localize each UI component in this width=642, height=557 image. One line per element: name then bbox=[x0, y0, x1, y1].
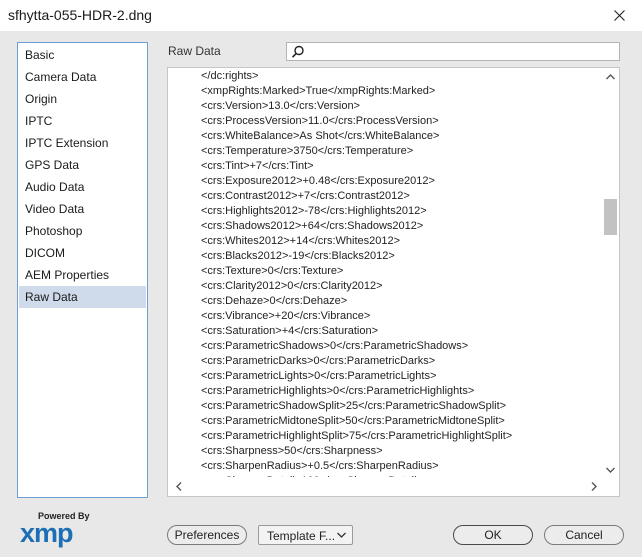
raw-data-line: <crs:Shadows2012>+64</crs:Shadows2012> bbox=[201, 220, 424, 232]
section-title: Raw Data bbox=[168, 44, 221, 58]
raw-data-line: <crs:SharpenRadius>+0.5</crs:SharpenRadi… bbox=[201, 460, 439, 472]
raw-data-line: <crs:Clarity2012>0</crs:Clarity2012> bbox=[201, 280, 383, 292]
category-list: Basic Camera Data Origin IPTC IPTC Extension… bbox=[17, 42, 148, 498]
raw-data-line: <crs:SharpenDetail>100</crs:SharpenDetai… bbox=[201, 474, 600, 477]
cancel-button[interactable]: Cancel bbox=[544, 525, 624, 545]
raw-data-line: <crs:ParametricShadowSplit>25</crs:Param… bbox=[201, 400, 507, 412]
raw-data-line: </dc:rights> bbox=[201, 70, 259, 82]
raw-data-line: <crs:ParametricShadows>0</crs:Parametric… bbox=[201, 340, 469, 352]
raw-data-line: <crs:ParametricHighlightSplit>75</crs:Pa… bbox=[201, 430, 513, 442]
search-icon bbox=[291, 45, 304, 58]
raw-data-line: <crs:Temperature>3750</crs:Temperature> bbox=[201, 145, 414, 157]
raw-data-line: <crs:Tint>+7</crs:Tint> bbox=[201, 160, 314, 172]
raw-data-line: <crs:Texture>0</crs:Texture> bbox=[201, 265, 344, 277]
raw-data-lines: </dc:rights> <xmpRights:Marked>True</xmpR… bbox=[201, 69, 600, 477]
raw-data-view[interactable]: </dc:rights> <xmpRights:Marked>True</xmpR… bbox=[167, 67, 620, 497]
xmp-logo: Powered By xmp bbox=[20, 511, 90, 548]
sidebar-item-iptc[interactable]: IPTC bbox=[19, 110, 146, 132]
raw-data-line: <crs:Whites2012>+14</crs:Whites2012> bbox=[201, 235, 401, 247]
sidebar-item-iptc-extension[interactable]: IPTC Extension bbox=[19, 132, 146, 154]
scroll-right-icon[interactable] bbox=[585, 478, 602, 495]
chevron-down-icon bbox=[337, 532, 346, 538]
sidebar-item-photoshop[interactable]: Photoshop bbox=[19, 220, 146, 242]
raw-data-line: <crs:ProcessVersion>11.0</crs:ProcessVer… bbox=[201, 115, 439, 127]
scroll-up-icon[interactable] bbox=[602, 68, 619, 85]
sidebar-item-camera-data[interactable]: Camera Data bbox=[19, 66, 146, 88]
raw-data-line: <crs:ParametricLights>0</crs:ParametricL… bbox=[201, 370, 437, 382]
scroll-down-icon[interactable] bbox=[602, 461, 619, 478]
sidebar-item-origin[interactable]: Origin bbox=[19, 88, 146, 110]
raw-data-line: <crs:ParametricMidtoneSplit>50</crs:Para… bbox=[201, 415, 505, 427]
ok-button[interactable]: OK bbox=[453, 525, 533, 545]
dialog-body: Basic Camera Data Origin IPTC IPTC Extension… bbox=[0, 31, 642, 557]
raw-data-line: <crs:WhiteBalance>As Shot</crs:WhiteBala… bbox=[201, 130, 440, 142]
raw-data-line: <crs:Highlights2012>-78</crs:Highlights2… bbox=[201, 205, 427, 217]
sidebar-item-dicom[interactable]: DICOM bbox=[19, 242, 146, 264]
sidebar-item-basic[interactable]: Basic bbox=[19, 44, 146, 66]
search-input[interactable] bbox=[286, 42, 620, 61]
scroll-corner bbox=[602, 478, 619, 496]
template-folder-dropdown[interactable]: Template F... bbox=[258, 525, 353, 545]
close-button[interactable] bbox=[596, 0, 642, 31]
xmp-brand-text: xmp bbox=[20, 518, 74, 548]
scroll-left-icon[interactable] bbox=[170, 478, 187, 495]
sidebar-item-audio-data[interactable]: Audio Data bbox=[19, 176, 146, 198]
raw-data-line: <crs:Version>13.0</crs:Version> bbox=[201, 100, 360, 112]
sidebar-item-aem-properties[interactable]: AEM Properties bbox=[19, 264, 146, 286]
raw-data-line: <crs:Sharpness>50</crs:Sharpness> bbox=[201, 445, 383, 457]
raw-data-line: <crs:Dehaze>0</crs:Dehaze> bbox=[201, 295, 348, 307]
raw-data-line: <crs:Exposure2012>+0.48</crs:Exposure201… bbox=[201, 175, 435, 187]
sidebar-item-gps-data[interactable]: GPS Data bbox=[19, 154, 146, 176]
preferences-button[interactable]: Preferences bbox=[167, 525, 247, 545]
vertical-scrollbar[interactable] bbox=[602, 68, 619, 478]
raw-data-line: <crs:Blacks2012>-19</crs:Blacks2012> bbox=[201, 250, 395, 262]
raw-data-line: <crs:ParametricDarks>0</crs:ParametricDa… bbox=[201, 355, 436, 367]
title-bar: sfhytta-055-HDR-2.dng bbox=[0, 0, 642, 31]
raw-data-line: <crs:Saturation>+4</crs:Saturation> bbox=[201, 325, 379, 337]
close-icon bbox=[613, 10, 625, 21]
raw-data-line: <crs:ParametricHighlights>0</crs:Paramet… bbox=[201, 385, 475, 397]
raw-data-line: <xmpRights:Marked>True</xmpRights:Marked… bbox=[201, 85, 436, 97]
horizontal-scrollbar[interactable] bbox=[168, 478, 604, 496]
scroll-thumb[interactable] bbox=[604, 199, 617, 235]
sidebar-item-video-data[interactable]: Video Data bbox=[19, 198, 146, 220]
raw-data-line: <crs:Vibrance>+20</crs:Vibrance> bbox=[201, 310, 371, 322]
template-dropdown-label: Template F... bbox=[267, 529, 336, 543]
sidebar-item-raw-data[interactable]: Raw Data bbox=[19, 286, 146, 308]
window-title: sfhytta-055-HDR-2.dng bbox=[8, 7, 152, 23]
raw-data-line: <crs:Contrast2012>+7</crs:Contrast2012> bbox=[201, 190, 410, 202]
